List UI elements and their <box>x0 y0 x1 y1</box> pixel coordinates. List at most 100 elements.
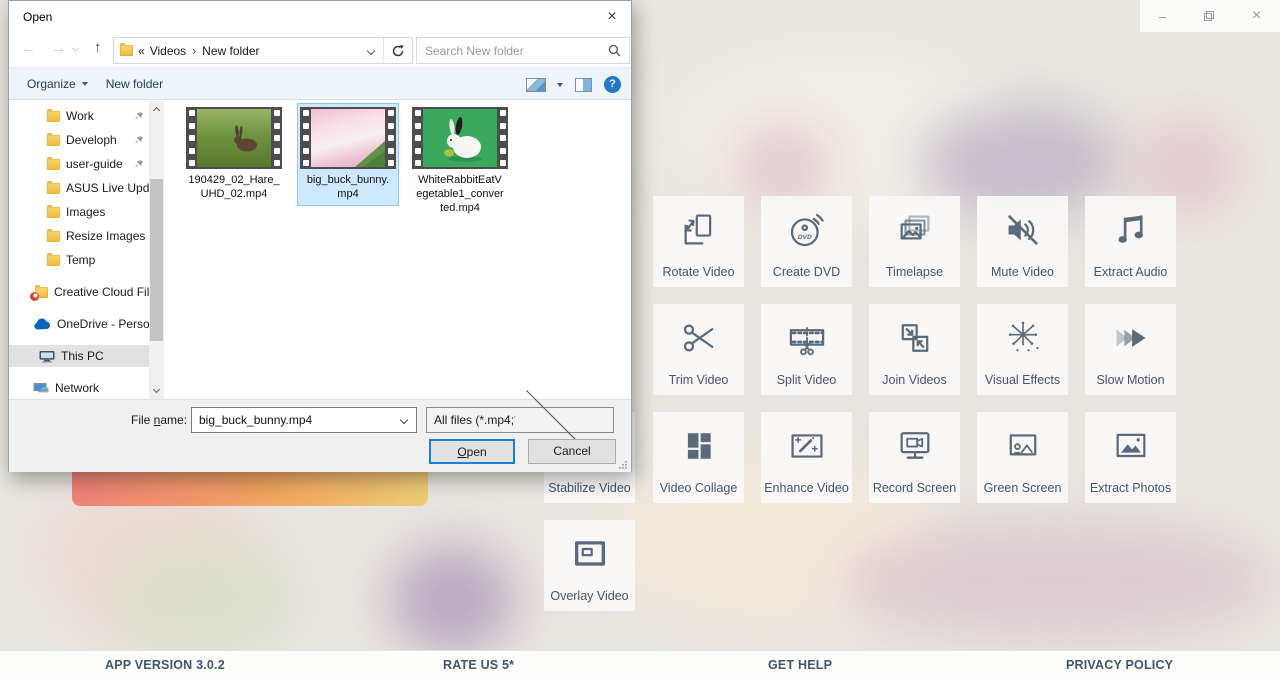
folder-icon <box>47 207 60 218</box>
visual-effects-icon <box>1003 318 1043 358</box>
new-folder-button[interactable]: New folder <box>106 77 163 91</box>
pin-icon <box>135 135 144 144</box>
sidebar-item-developh[interactable]: Developh <box>9 129 149 151</box>
folder-icon <box>47 183 60 194</box>
get-help-link[interactable]: GET HELP <box>768 658 832 672</box>
folder-icon <box>47 231 60 242</box>
back-icon[interactable]: ← <box>21 40 36 57</box>
tile-trim-video[interactable]: Trim Video <box>653 304 744 395</box>
tile-timelapse[interactable]: Timelapse <box>869 196 960 287</box>
tile-record-screen[interactable]: Record Screen <box>869 412 960 503</box>
search-input[interactable] <box>417 44 608 58</box>
close-icon[interactable]: × <box>601 6 623 28</box>
sidebar-scrollbar[interactable] <box>149 101 164 399</box>
resize-grip[interactable] <box>618 460 627 469</box>
tile-mute-video[interactable]: Mute Video <box>977 196 1068 287</box>
forward-icon[interactable]: → <box>51 40 66 57</box>
screen: – × Rotate Video DVD Create DVD Timelaps… <box>0 0 1280 680</box>
tile-label: Trim Video <box>653 373 744 387</box>
trim-video-icon <box>679 318 719 358</box>
tile-label: Green Screen <box>977 481 1068 495</box>
sidebar-item-resize-images[interactable]: Resize Images <box>9 225 149 247</box>
breadcrumb-collapse[interactable]: « <box>138 44 145 58</box>
tile-overlay-video[interactable]: Overlay Video <box>544 520 635 611</box>
help-icon[interactable]: ? <box>604 76 621 93</box>
tile-green-screen[interactable]: Green Screen <box>977 412 1068 503</box>
restore-icon[interactable] <box>1204 11 1214 21</box>
view-selector[interactable] <box>526 78 563 92</box>
folder-icon <box>120 45 133 56</box>
file-item-big-buck-bunny-selected[interactable]: big_buck_bunny.mp4 <box>298 104 398 205</box>
address-bar[interactable]: « Videos › New folder <box>113 37 413 64</box>
video-collage-icon <box>679 426 719 466</box>
sidebar-item-images[interactable]: Images <box>9 201 149 223</box>
recent-locations-icon[interactable] <box>72 45 79 52</box>
sidebar-item-network[interactable]: Network <box>9 377 149 399</box>
slow-motion-icon <box>1111 318 1151 358</box>
scrollbar-thumb[interactable] <box>150 179 163 341</box>
pin-icon <box>135 159 144 168</box>
folder-icon <box>47 111 60 122</box>
breadcrumb-new-folder[interactable]: New folder <box>202 44 259 58</box>
sidebar-item-onedrive[interactable]: OneDrive - Person <box>9 313 149 335</box>
cancel-button[interactable]: Cancel <box>528 439 616 464</box>
app-version-label: APP VERSION 3.0.2 <box>105 658 225 672</box>
folder-icon <box>47 135 60 146</box>
timelapse-icon <box>895 210 935 250</box>
dialog-title: Open <box>23 10 52 24</box>
tile-extract-photos[interactable]: Extract Photos <box>1085 412 1176 503</box>
tile-create-dvd[interactable]: DVD Create DVD <box>761 196 852 287</box>
extract-audio-icon <box>1111 210 1151 250</box>
file-type-value: All files (*.mp4;*.wmv;*.mkv;*.m <box>427 413 515 427</box>
tile-video-collage[interactable]: Video Collage <box>653 412 744 503</box>
tile-label: Extract Audio <box>1085 265 1176 279</box>
search-icon <box>608 44 621 57</box>
tile-join-videos[interactable]: Join Videos <box>869 304 960 395</box>
tile-slow-motion[interactable]: Slow Motion <box>1085 304 1176 395</box>
tile-extract-audio[interactable]: Extract Audio <box>1085 196 1176 287</box>
sidebar-item-user-guide[interactable]: user-guide <box>9 153 149 175</box>
tile-enhance-video[interactable]: Enhance Video <box>761 412 852 503</box>
rate-us-link[interactable]: RATE US 5* <box>443 658 514 672</box>
dialog-bottom-bar: File name: All files (*.mp4;*.wmv;*.mkv;… <box>9 399 631 472</box>
onedrive-cloud-icon <box>33 318 51 330</box>
mute-video-icon <box>1003 210 1043 250</box>
close-window-icon[interactable]: × <box>1252 7 1261 25</box>
address-dropdown-icon[interactable] <box>367 46 375 54</box>
refresh-icon[interactable] <box>383 38 412 63</box>
tile-label: Stabilize Video <box>544 481 635 495</box>
organize-menu[interactable]: Organize <box>27 77 88 91</box>
file-item-hare[interactable]: 190429_02_Hare_UHD_02.mp4 <box>184 107 284 201</box>
tile-label: Create DVD <box>761 265 852 279</box>
chevron-down-icon[interactable] <box>400 416 408 424</box>
scroll-down-icon[interactable] <box>149 383 164 399</box>
file-item-white-rabbit[interactable]: WhiteRabbitEatVegetable1_converted.mp4 <box>410 107 510 215</box>
minimize-icon[interactable]: – <box>1159 8 1167 24</box>
scroll-up-icon[interactable] <box>149 101 164 117</box>
tile-rotate-video[interactable]: Rotate Video <box>653 196 744 287</box>
sidebar-item-temp[interactable]: Temp <box>9 249 149 271</box>
tile-label: Rotate Video <box>653 265 744 279</box>
sidebar-item-asus-live-update[interactable]: ASUS Live Updat <box>9 177 149 199</box>
sidebar-item-work[interactable]: Work <box>9 105 149 127</box>
preview-pane-icon[interactable] <box>575 78 592 92</box>
open-button[interactable]: Open <box>429 439 515 464</box>
file-name-input[interactable] <box>192 413 401 427</box>
privacy-policy-link[interactable]: PRIVACY POLICY <box>1066 658 1173 672</box>
open-dialog: Open × ← → ↑ « Videos › New folder <box>8 0 632 472</box>
search-box[interactable] <box>416 37 630 64</box>
tile-visual-effects[interactable]: Visual Effects <box>977 304 1068 395</box>
file-type-dropdown[interactable]: All files (*.mp4;*.wmv;*.mkv;*.m <box>426 407 614 433</box>
record-screen-icon <box>895 426 935 466</box>
up-icon[interactable]: ↑ <box>94 39 102 56</box>
overlay-video-icon <box>570 534 610 574</box>
pin-icon <box>135 111 144 120</box>
breadcrumb-videos[interactable]: Videos <box>150 44 186 58</box>
join-videos-icon <box>895 318 935 358</box>
extract-photos-icon <box>1111 426 1151 466</box>
file-name-label: File name: <box>131 413 187 427</box>
sidebar-item-this-pc[interactable]: This PC <box>9 345 149 367</box>
sidebar-item-creative-cloud-files[interactable]: Creative Cloud File <box>9 281 149 303</box>
file-name-combobox[interactable] <box>191 407 417 433</box>
tile-split-video[interactable]: Split Video <box>761 304 852 395</box>
